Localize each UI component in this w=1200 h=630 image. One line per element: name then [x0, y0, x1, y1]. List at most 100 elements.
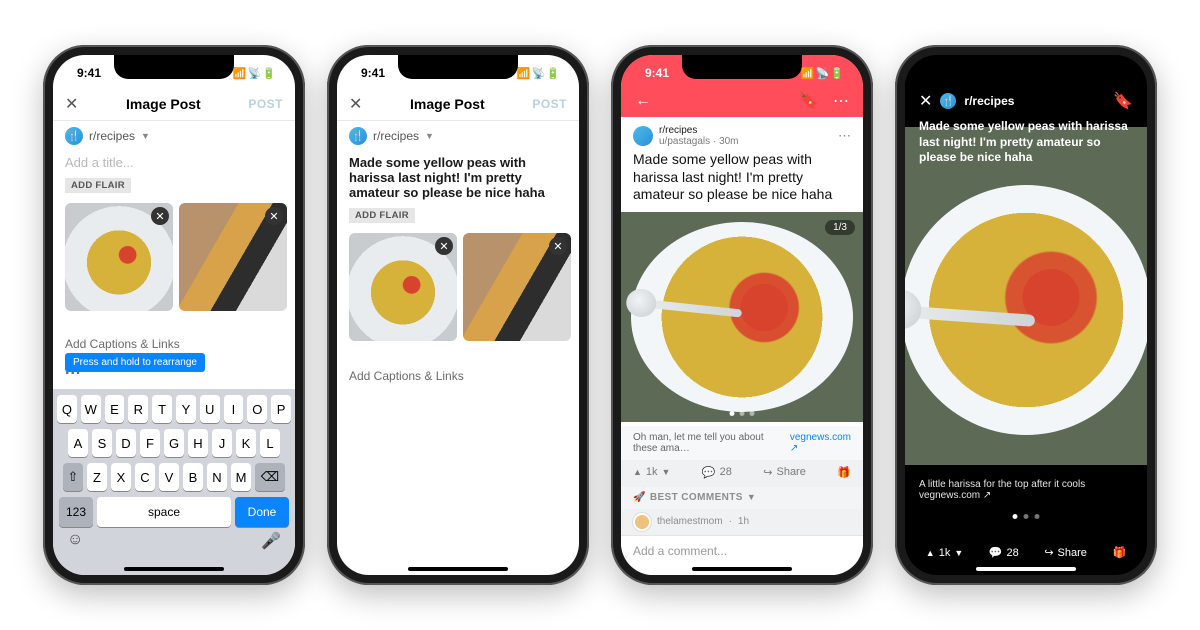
key[interactable]: H — [188, 429, 208, 457]
downvote-icon[interactable] — [662, 466, 671, 478]
key[interactable]: Z — [87, 463, 107, 491]
subreddit-selector[interactable]: 🍴 r/recipes ▼ — [337, 121, 579, 151]
add-captions-link[interactable]: Add Captions & Links — [337, 363, 579, 389]
key[interactable]: S — [92, 429, 112, 457]
downvote-icon[interactable] — [954, 547, 963, 559]
key[interactable]: T — [152, 395, 172, 423]
remove-image-icon[interactable]: ✕ — [549, 237, 567, 255]
home-indicator[interactable] — [124, 567, 224, 571]
share-button[interactable]: ↪ Share — [1044, 546, 1087, 559]
key[interactable]: K — [236, 429, 256, 457]
key[interactable]: J — [212, 429, 232, 457]
upvote-group: 1k — [633, 466, 670, 478]
key[interactable]: R — [128, 395, 148, 423]
thumbnail-image[interactable]: ✕ — [179, 203, 287, 311]
close-icon[interactable]: ✕ — [919, 91, 932, 111]
caption-link[interactable]: vegnews.com ↗ — [919, 490, 1133, 501]
award-button[interactable]: 🎁 — [837, 466, 851, 479]
space-key[interactable]: space — [97, 497, 231, 527]
remove-image-icon[interactable]: ✕ — [265, 207, 283, 225]
key[interactable]: C — [135, 463, 155, 491]
post-button[interactable]: POST — [248, 97, 283, 111]
comments-button[interactable]: 💬 28 — [702, 466, 732, 479]
more-icon[interactable]: ⋯ — [833, 91, 849, 111]
key[interactable]: A — [68, 429, 88, 457]
subreddit-avatar-icon: 🍴 — [940, 93, 956, 109]
key[interactable]: O — [247, 395, 267, 423]
key[interactable]: P — [271, 395, 291, 423]
key[interactable]: D — [116, 429, 136, 457]
upvote-group: 1k — [926, 547, 963, 559]
key[interactable]: V — [159, 463, 179, 491]
viewer-actions: 1k 💬 28 ↪ Share 🎁 — [905, 546, 1147, 559]
mic-icon[interactable]: 🎤 — [261, 531, 281, 551]
comment-icon: 💬 — [702, 466, 716, 479]
close-icon[interactable]: ✕ — [65, 94, 78, 114]
comment-row[interactable]: thelamestmom · 1h — [621, 509, 863, 535]
pager-dots — [730, 411, 755, 416]
remove-image-icon[interactable]: ✕ — [151, 207, 169, 225]
key[interactable]: U — [200, 395, 220, 423]
caption-text: Oh man, let me tell you about these ama… — [633, 432, 790, 454]
gift-icon: 🎁 — [1112, 546, 1126, 559]
title-input[interactable]: Add a title... — [53, 151, 295, 174]
subreddit-name[interactable]: r/recipes — [659, 125, 697, 136]
key[interactable]: F — [140, 429, 160, 457]
done-key[interactable]: Done — [235, 497, 289, 527]
key[interactable]: I — [224, 395, 244, 423]
award-button[interactable]: 🎁 — [1112, 546, 1126, 559]
key[interactable]: Q — [57, 395, 77, 423]
food-image — [631, 222, 853, 412]
title-input[interactable]: Made some yellow peas with harissa last … — [337, 151, 579, 204]
shift-key[interactable]: ⇧ — [63, 463, 83, 491]
upvote-icon[interactable] — [926, 547, 935, 559]
post-button[interactable]: POST — [532, 97, 567, 111]
comments-button[interactable]: 💬 28 — [989, 546, 1019, 559]
phone-gallery-viewer: 9:41 📶 📡 🔋 ✕ 🍴 r/recipes 🔖 Made some yel… — [895, 45, 1157, 585]
key[interactable]: M — [231, 463, 251, 491]
back-icon[interactable]: ← — [635, 92, 651, 110]
key[interactable]: G — [164, 429, 184, 457]
upvote-icon[interactable] — [633, 466, 642, 478]
thumbnail-image[interactable]: ✕ — [349, 233, 457, 341]
post-actions: 1k 💬 28 ↪ Share 🎁 — [621, 460, 863, 486]
home-indicator[interactable] — [408, 567, 508, 571]
viewer-title: Made some yellow peas with harissa last … — [919, 119, 1133, 166]
subreddit-selector[interactable]: 🍴 r/recipes ▼ — [53, 121, 295, 151]
key[interactable]: L — [260, 429, 280, 457]
add-flair-button[interactable]: ADD FLAIR — [349, 208, 415, 223]
remove-image-icon[interactable]: ✕ — [435, 237, 453, 255]
post-meta: r/recipes u/pastagals · 30m ⋯ — [633, 125, 851, 147]
post-author[interactable]: u/pastagals — [659, 136, 710, 147]
numbers-key[interactable]: 123 — [59, 497, 93, 527]
share-button[interactable]: ↪ Share — [763, 466, 806, 479]
external-link-icon: ↗ — [983, 490, 991, 501]
key[interactable]: W — [81, 395, 101, 423]
close-icon[interactable]: ✕ — [349, 94, 362, 114]
caption-link[interactable]: vegnews.com ↗ — [790, 432, 851, 454]
phone-compose-filled: 9:41 📶 📡 🔋 ✕ Image Post POST 🍴 r/recipes… — [327, 45, 589, 585]
key[interactable]: B — [183, 463, 203, 491]
subreddit-name[interactable]: r/recipes — [964, 94, 1014, 108]
status-time: 9:41 — [77, 66, 101, 80]
add-flair-button[interactable]: ADD FLAIR — [65, 178, 131, 193]
keyboard-row: Q W E R T Y U I O P — [57, 395, 291, 423]
bookmark-icon[interactable]: 🔖 — [1113, 91, 1133, 111]
overflow-icon[interactable]: ⋯ — [838, 128, 851, 144]
image-gallery[interactable]: 1/3 — [621, 212, 863, 422]
key[interactable]: Y — [176, 395, 196, 423]
backspace-key[interactable]: ⌫ — [255, 463, 285, 491]
bookmark-icon[interactable]: 🔖 — [799, 91, 819, 111]
thumbnail-image[interactable]: ✕ — [463, 233, 571, 341]
emoji-icon[interactable]: ☺ — [67, 531, 83, 551]
key[interactable]: E — [105, 395, 125, 423]
home-indicator[interactable] — [692, 567, 792, 571]
fullscreen-image[interactable] — [905, 127, 1147, 465]
key[interactable]: N — [207, 463, 227, 491]
rearrange-tooltip: Press and hold to rearrange — [65, 353, 205, 372]
home-indicator[interactable] — [976, 567, 1076, 571]
thumbnail-image[interactable]: ✕ — [65, 203, 173, 311]
comment-sort[interactable]: 🚀 BEST COMMENTS ▼ — [621, 486, 863, 509]
key[interactable]: X — [111, 463, 131, 491]
subreddit-avatar-icon[interactable] — [633, 126, 653, 146]
